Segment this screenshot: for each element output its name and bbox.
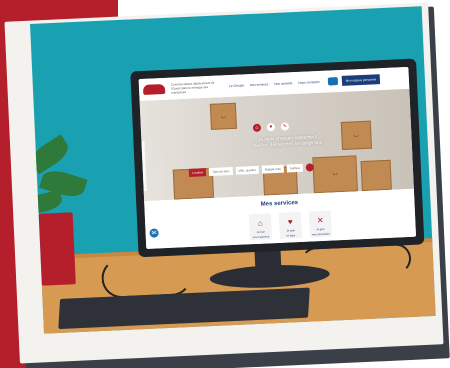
heart-icon[interactable]: ♥ xyxy=(266,122,276,132)
service-card[interactable]: ♥ Je paie en ligne xyxy=(278,211,302,239)
cardboard-box: ◡ xyxy=(209,102,237,130)
filter-budget[interactable]: Budget max xyxy=(261,164,285,174)
tools-icon[interactable]: ✎ xyxy=(280,122,290,131)
home-icon: ⌂ xyxy=(257,218,263,228)
service-label: Je paie xyxy=(286,229,295,233)
service-label: Je loue xyxy=(256,230,265,234)
search-icon[interactable] xyxy=(327,77,338,86)
monitor: Commercialisez déplacement de l'Ouest da… xyxy=(130,58,425,258)
nav-item-conseils[interactable]: Nos conseils xyxy=(274,81,292,86)
cable xyxy=(100,254,193,299)
home-icon[interactable]: ⌂ xyxy=(252,123,262,132)
site-logo[interactable] xyxy=(142,83,166,95)
cardboard-box xyxy=(360,159,392,192)
filter-location[interactable]: Location xyxy=(188,168,207,177)
filter-ville[interactable]: Ville, quartier xyxy=(235,165,260,175)
nav-item-groupe[interactable]: Le Groupe xyxy=(229,83,244,88)
plant-leaf xyxy=(30,134,73,175)
filter-type[interactable]: Type de bien xyxy=(209,166,233,177)
nav-item-services[interactable]: Nos services xyxy=(250,82,268,87)
account-button[interactable]: Mon espace personnel xyxy=(341,74,381,86)
service-sublabel: mes demandes xyxy=(311,232,330,237)
service-label: Je gère xyxy=(316,227,326,232)
service-sublabel: en ligne xyxy=(286,234,296,238)
tools-icon: ✕ xyxy=(316,215,324,225)
website-screen: Commercialisez déplacement de l'Ouest da… xyxy=(138,66,417,249)
services-row: ⌂ Je loue mon logement ♥ Je paie en lign… xyxy=(248,210,332,241)
service-sublabel: mon logement xyxy=(252,235,270,240)
site-tagline: Commercialisez déplacement de l'Ouest da… xyxy=(170,80,215,95)
hero-banner: ◡ ◡ ◡ ⌂ ♥ ✎ Je veux changer également qu… xyxy=(139,88,414,202)
illustration-stage: Commercialisez déplacement de l'Ouest da… xyxy=(0,0,450,368)
service-card[interactable]: ⌂ Je loue mon logement xyxy=(248,213,273,241)
cardboard-box: ◡ xyxy=(312,155,358,194)
main-nav: Le Groupe Nos services Nos conseils Nous… xyxy=(229,80,320,88)
desk-scene: Commercialisez déplacement de l'Ouest da… xyxy=(30,6,436,334)
service-card[interactable]: ✕ Je gère mes demandes xyxy=(308,210,332,238)
nav-item-contact[interactable]: Nous contacter xyxy=(298,80,320,85)
plant-pot xyxy=(38,212,76,286)
filter-surface[interactable]: Surface xyxy=(286,163,304,173)
hero-icon-row: ⌂ ♥ ✎ xyxy=(252,122,290,132)
heart-icon: ♥ xyxy=(287,216,293,227)
search-submit-button[interactable] xyxy=(305,163,315,172)
